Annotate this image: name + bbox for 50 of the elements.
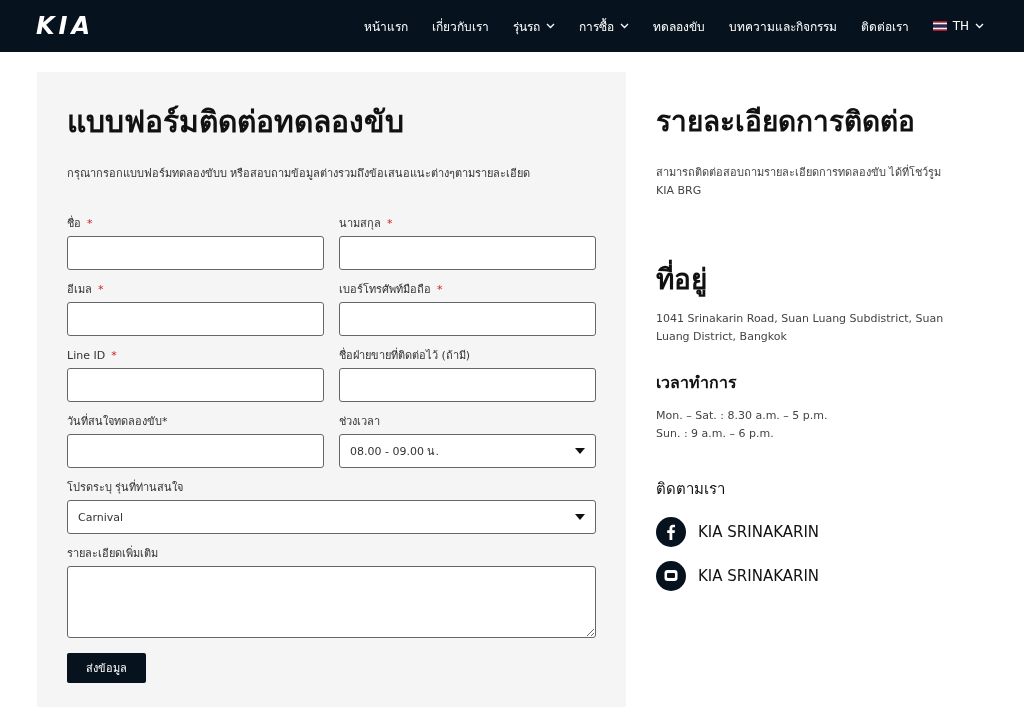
address-text: 1041 Srinakarin Road, Suan Luang Subdistrict, Suan Luang District, Bangkok [656, 311, 945, 345]
input-field[interactable] [339, 236, 596, 270]
nav-link[interactable]: บทความและกิจกรรม [728, 16, 837, 36]
chat-bubble-icon [656, 561, 686, 591]
nav-link[interactable]: ติดต่อเรา [860, 16, 909, 36]
nav-link[interactable]: เกี่ยวกับเรา [431, 16, 489, 36]
caret-icon [545, 23, 555, 29]
hours-text: Mon. – Sat. : 8.30 a.m. – 5 p.m. [656, 408, 829, 424]
nav-link[interactable]: รุ่นรถ [512, 16, 555, 36]
follow-title: ติดตามเรา [656, 479, 726, 500]
field-label: โปรดระบุ รุ่นที่ท่านสนใจ [67, 480, 185, 496]
field-label: อีเมล * [67, 282, 105, 298]
field-label: วันที่สนใจทดลองขับ* [67, 414, 169, 430]
input-field[interactable] [67, 368, 324, 402]
form-intro: กรุณากรอกแบบฟอร์มทดลองขับบ หรือสอบถามข้อมูลต่างรวมถึงข้อเสนอแนะต่างๆตามรายละเอียด [67, 166, 532, 182]
hours-title: เวลาทำการ [656, 372, 738, 394]
caret-icon [975, 23, 984, 29]
facebook-icon [656, 517, 686, 547]
contact-intro: สามารถติดต่อสอบถามรายละเอียดการทดลองขับ ได้ที่โชว์รูม KIA BRG [656, 164, 943, 199]
dropdown-arrow-icon [575, 514, 585, 520]
submit-button[interactable]: ส่งข้อมูล [67, 653, 146, 683]
input-field[interactable] [339, 302, 596, 336]
social-link[interactable]: KIA SRINAKARIN [656, 517, 956, 547]
form-title: แบบฟอร์มติดต่อทดลองขับ [67, 103, 405, 141]
textarea-field[interactable] [67, 566, 596, 638]
dropdown-arrow-icon [575, 448, 585, 454]
nav-link[interactable]: หน้าแรก [363, 16, 408, 36]
field-label: ชื่อ * [67, 216, 94, 232]
input-field[interactable] [67, 434, 324, 468]
language-selector[interactable]: TH [932, 19, 984, 33]
select-field[interactable]: 08.00 - 09.00 น. [339, 434, 596, 468]
input-field[interactable] [67, 302, 324, 336]
input-field[interactable] [67, 236, 324, 270]
field-label: เบอร์โทรศัพท์มือถือ * [339, 282, 444, 298]
nav-link[interactable]: การซื้อ [578, 16, 629, 36]
field-label: รายละเอียดเพิ่มเติม [67, 546, 159, 562]
field-label: ช่วงเวลา [339, 414, 381, 430]
field-label: นามสกุล * [339, 216, 394, 232]
address-title: ที่อยู่ [656, 260, 956, 300]
brand-logo[interactable]: KIA [36, 12, 95, 40]
social-link[interactable]: KIA SRINAKARIN [656, 561, 956, 591]
hours-text: Sun. : 9 a.m. – 6 p.m. [656, 426, 775, 442]
flag-icon [932, 21, 947, 31]
caret-icon [619, 23, 629, 29]
field-label: Line ID * [67, 348, 118, 364]
input-field[interactable] [339, 368, 596, 402]
contact-title: รายละเอียดการติดต่อ [656, 104, 916, 140]
nav-link[interactable]: ทดลองขับ [652, 16, 705, 36]
select-field[interactable]: Carnival [67, 500, 596, 534]
field-label: ชื่อฝ่ายขายที่ติดต่อไว้ (ถ้ามี) [339, 348, 472, 364]
